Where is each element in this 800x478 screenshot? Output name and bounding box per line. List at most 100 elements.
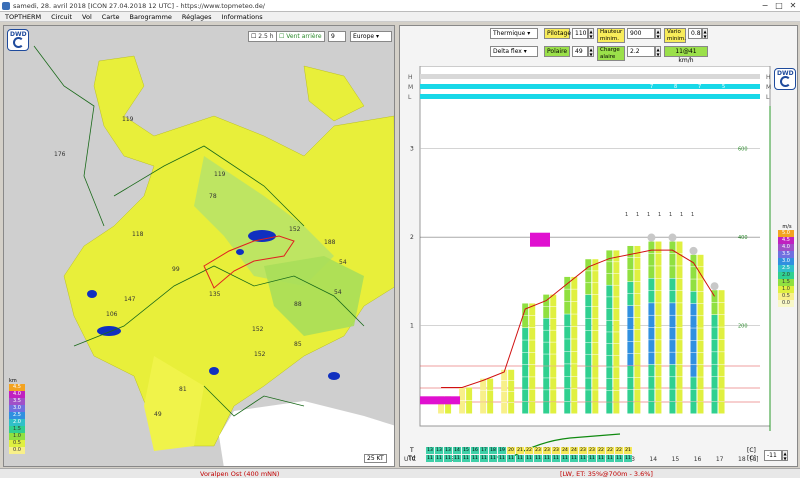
contour-label: 88 (294, 301, 302, 308)
thermal-bar (627, 389, 634, 402)
region-select[interactable]: Europe ▾ (350, 31, 392, 42)
thermal-bar (655, 352, 662, 365)
time-checkbox[interactable]: ☐ 2.5 h (248, 31, 277, 42)
thermal-bar (564, 339, 571, 352)
menu-barogramme[interactable]: Barogramme (125, 13, 177, 21)
thermal-bar (655, 364, 662, 377)
thermal-bar (613, 355, 620, 367)
thermal-bar (648, 389, 655, 402)
thermal-bar (592, 294, 599, 307)
cloud-top-label: 1 (658, 212, 661, 218)
climb-legend-item: 2.5 (778, 265, 794, 272)
thermal-bar (676, 389, 683, 402)
thermal-bar (697, 365, 704, 377)
thermal-bar (585, 402, 592, 414)
menu-reglages[interactable]: Réglages (177, 13, 217, 21)
contour-label: 54 (339, 259, 347, 266)
hauteur-spinner[interactable]: ▲ ▼ (655, 28, 661, 39)
thermal-bar (613, 308, 620, 321)
climb-legend: m/s 5.0 4.5 4.0 3.5 3.0 2.5 2.0 1.5 1.0 0.5 0.0 (778, 224, 796, 307)
pilotage-spinner[interactable]: ▲ ▼ (588, 28, 594, 39)
thermal-bar (550, 318, 557, 330)
thermal-bar (697, 401, 704, 414)
temp-cell: 13 (435, 447, 443, 454)
level-select[interactable]: 9 (328, 31, 346, 42)
thermal-bar (627, 329, 634, 342)
aircraft-model-select[interactable]: Delta flex ▾ (490, 46, 538, 57)
charge-input[interactable]: 2.2 (627, 46, 655, 57)
contour-label: 106 (106, 311, 118, 318)
dew-cell: 11 (471, 455, 479, 462)
thermal-bar (669, 389, 676, 402)
offset-input[interactable]: -11 (764, 450, 782, 461)
cloud-top-label: 1 (669, 212, 672, 218)
wind-checkbox[interactable]: ☐ Vent arrière (276, 31, 325, 42)
thermal-bar (606, 378, 613, 391)
thermal-bar (585, 390, 592, 402)
cloud-row-label: H (766, 74, 771, 81)
polaire-input[interactable]: 49 (572, 46, 588, 57)
map-legend-item: 0.5 (9, 440, 25, 447)
contour-label: 99 (172, 266, 180, 273)
offset-spinner[interactable]: ▲ ▼ (782, 450, 788, 461)
maximize-button[interactable]: □ (772, 0, 786, 11)
contour-label: 147 (124, 296, 136, 303)
thermal-bar (508, 391, 515, 403)
temp-row-label: T (410, 447, 414, 454)
climb-legend-item: 3.0 (778, 258, 794, 265)
vario-input[interactable]: 0.8 (688, 28, 702, 39)
thermal-bar (655, 401, 662, 414)
thermal-bar (522, 340, 529, 353)
app-icon (2, 1, 10, 10)
pilotage-input[interactable]: 110 (572, 28, 588, 39)
map-legend-item: 2.0 (9, 419, 25, 426)
thermal-bar (529, 401, 536, 414)
thermal-bar (634, 377, 641, 390)
y-tick-left: 3 (410, 146, 414, 153)
thermal-bar (690, 316, 697, 328)
menu-carte[interactable]: Carte (97, 13, 125, 21)
charge-spinner[interactable]: ▲ ▼ (655, 46, 661, 57)
region-select-value: Europe (353, 33, 375, 40)
menu-toptherm[interactable]: TOPTHERM (0, 13, 46, 21)
contour-label: 78 (209, 193, 217, 200)
thermal-bar (627, 293, 634, 306)
map-panel[interactable]: 119 176 119 78 118 152 99 188 54 135 152… (3, 25, 395, 467)
cloud-top-label: 1 (691, 212, 694, 218)
thermal-bar (627, 317, 634, 330)
thermal-bar (487, 378, 494, 390)
thermal-bar (585, 294, 592, 307)
menu-vol[interactable]: Vol (77, 13, 97, 21)
thermal-bar (550, 402, 557, 414)
polaire-spinner[interactable]: ▲ ▼ (588, 46, 594, 57)
thermal-bar (655, 377, 662, 389)
vario-spinner[interactable]: ▲ ▼ (702, 28, 708, 39)
map-legend: km 4.5 4.0 3.5 3.0 2.5 2.0 1.5 1.0 0.5 0.0 (9, 378, 27, 466)
map-lake (97, 326, 121, 336)
country-border (33, 45, 105, 227)
thermal-map[interactable]: 119 176 119 78 118 152 99 188 54 135 152… (4, 26, 395, 467)
hauteur-input[interactable]: 900 (627, 28, 655, 39)
menu-informations[interactable]: Informations (217, 13, 268, 21)
minimize-button[interactable]: − (758, 0, 772, 11)
thermal-bar (648, 253, 655, 266)
thermal-bar (501, 380, 508, 392)
thermal-bar (550, 354, 557, 366)
thermal-bar (669, 303, 676, 315)
thermal-bar (550, 342, 557, 354)
thermal-bar (529, 340, 536, 353)
thermal-bar (690, 254, 697, 267)
thermal-bar (634, 293, 641, 306)
aircraft-type-select[interactable]: Thermique ▾ (490, 28, 538, 39)
thermal-bar (571, 289, 578, 302)
menu-circuit[interactable]: Circuit (46, 13, 77, 21)
thermal-bar (613, 367, 620, 379)
dew-cell: 11 (480, 455, 488, 462)
dew-cell: 11 (507, 455, 515, 462)
contour-label: 152 (254, 351, 266, 358)
close-button[interactable]: ✕ (786, 0, 800, 11)
thermal-bar (501, 391, 508, 403)
thermal-bar (585, 354, 592, 366)
thermal-bar (606, 285, 613, 297)
thermal-bar (655, 253, 662, 266)
